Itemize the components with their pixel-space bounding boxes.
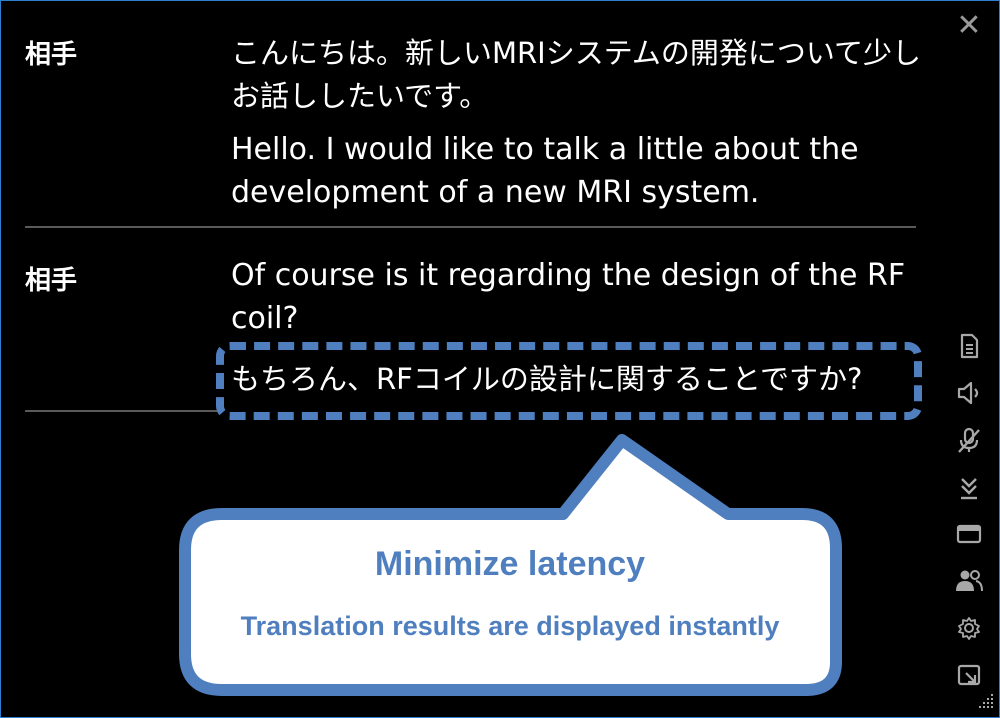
minimize-window-button[interactable] xyxy=(954,660,984,690)
settings-button[interactable] xyxy=(954,613,984,643)
scroll-down-icon xyxy=(961,478,977,500)
original-text: こんにちは。新しいMRIシステムの開発について少しお話ししたいです。 xyxy=(231,36,921,113)
callout-subtitle: Translation results are displayed instan… xyxy=(240,611,780,641)
pip-icon xyxy=(957,664,981,686)
entry-divider xyxy=(25,226,916,228)
resize-grip-icon[interactable] xyxy=(975,690,995,710)
speaker-icon xyxy=(957,381,979,405)
mic-button[interactable] xyxy=(954,425,984,455)
users-icon xyxy=(956,570,983,592)
layout-button[interactable] xyxy=(954,519,984,549)
speaker-button[interactable] xyxy=(954,378,984,408)
original-text: Of course is it regarding the design of … xyxy=(231,258,906,336)
window-icon xyxy=(956,524,982,544)
speaker-label: 相手 xyxy=(25,266,78,296)
mic-muted-icon xyxy=(958,427,980,453)
entry-divider xyxy=(25,410,220,412)
autoscroll-button[interactable] xyxy=(954,472,984,502)
transcript-button[interactable] xyxy=(954,331,984,361)
participants-button[interactable] xyxy=(954,566,984,596)
translation-highlight xyxy=(216,342,922,420)
speaker-label: 相手 xyxy=(25,40,78,70)
translation-text: Hello. I would like to talk a little abo… xyxy=(231,132,859,210)
callout-title: Minimize latency xyxy=(374,545,646,583)
document-icon xyxy=(960,333,979,359)
gear-icon xyxy=(958,617,980,640)
close-icon: ✕ xyxy=(956,8,982,43)
close-button[interactable]: ✕ xyxy=(955,11,983,41)
